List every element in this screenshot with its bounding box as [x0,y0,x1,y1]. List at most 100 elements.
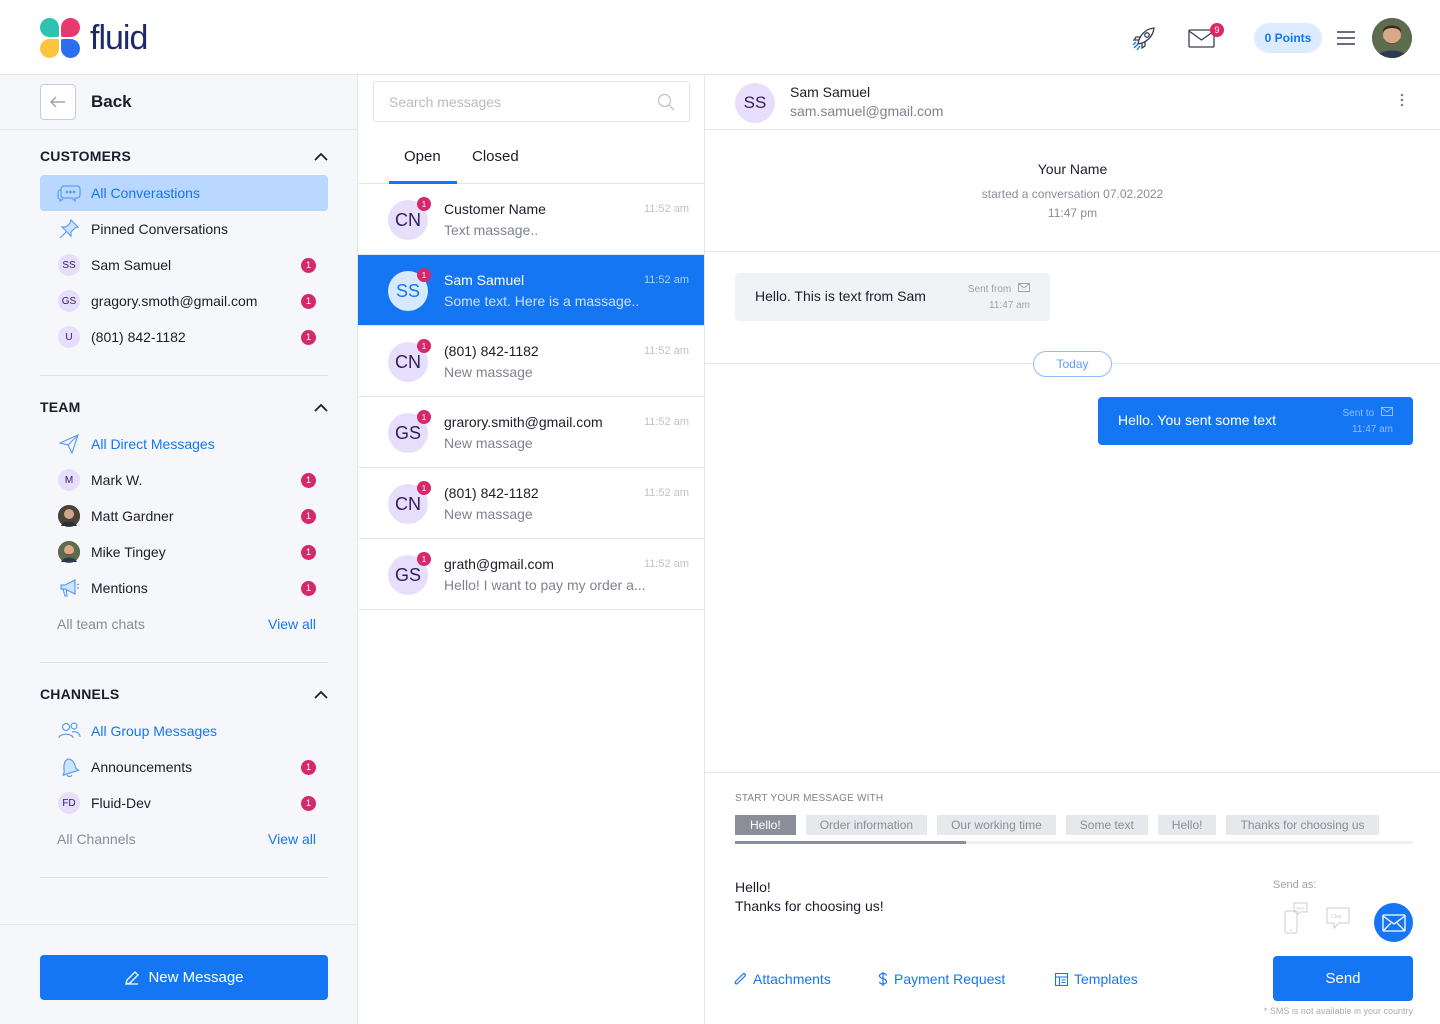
customers-section-header[interactable]: CUSTOMERS [40,148,328,164]
conversation-list-panel: Search messages Open Closed CN 1 Customer… [358,75,705,1024]
attachments-button[interactable]: Attachments [733,971,831,987]
divider [40,877,328,878]
quick-reply-chips: Hello! Order information Our working tim… [735,815,1413,835]
sidebar-item-label: Mike Tingey [91,544,166,560]
quick-reply-chip[interactable]: Thanks for choosing us [1226,815,1379,835]
chips-scrollbar[interactable] [735,841,1413,844]
sidebar-item-fluid-dev[interactable]: FD Fluid-Dev 1 [40,785,328,821]
templates-button[interactable]: Templates [1055,971,1138,987]
sms-channel-icon[interactable]: SMS [1281,898,1311,938]
conversation-item[interactable]: CN 1 (801) 842-1182 11:52 am New massage [358,326,704,397]
date-divider-label: Today [1033,351,1112,377]
sidebar-item-phone-number[interactable]: U (801) 842-1182 1 [40,319,328,355]
conversation-time: 11:52 am [643,487,689,499]
dollar-icon [878,972,888,986]
avatar: U [58,326,80,348]
avatar: GS [58,290,80,312]
sidebar-item-label: All Group Messages [91,723,218,739]
divider [40,375,328,376]
unread-count-badge: 1 [301,472,316,488]
sidebar-item-label: Mentions [91,580,148,596]
tab-open[interactable]: Open [404,148,441,165]
search-icon[interactable] [657,93,675,111]
conversation-item-selected[interactable]: SS 1 Sam Samuel 11:52 am Some text. Here … [358,255,704,326]
sidebar-item-label: Mark W. [91,472,143,488]
avatar: M [58,469,80,491]
conversation-item[interactable]: CN 1 (801) 842-1182 11:52 am New massage [358,468,704,539]
search-input[interactable]: Search messages [373,81,690,122]
sidebar-item-mike-tingey[interactable]: Mike Tingey 1 [40,534,328,570]
avatar: CN 1 [388,197,431,240]
team-section-header[interactable]: TEAM [40,399,328,415]
sidebar-item-mentions[interactable]: Mentions 1 [40,570,328,606]
quick-reply-chip[interactable]: Hello! [735,815,796,835]
team-view-all-link[interactable]: View all [268,616,316,632]
back-button[interactable] [40,84,76,120]
payment-request-button[interactable]: Payment Request [878,971,1005,987]
sidebar-item-mark-w[interactable]: M Mark W. 1 [40,462,328,498]
back-label[interactable]: Back [91,92,132,112]
tab-closed[interactable]: Closed [472,148,519,165]
unread-count-badge: 1 [301,293,316,309]
sidebar-item-all-conversations[interactable]: All Converastions [40,175,328,211]
pencil-icon [125,970,140,985]
sidebar-item-sam-samuel[interactable]: SS Sam Samuel 1 [40,247,328,283]
payment-request-label: Payment Request [894,971,1006,987]
email-channel-button[interactable] [1374,903,1413,942]
sent-from-label: Sent from [967,284,1012,295]
chevron-up-icon[interactable] [314,152,328,161]
unread-count-badge: 1 [417,268,431,282]
channels-view-all-link[interactable]: View all [268,831,316,847]
sidebar-item-pinned-conversations[interactable]: Pinned Conversations [40,211,328,247]
conversation-preview: Hello! I want to pay my order a... [444,577,646,593]
chips-scrollbar-thumb[interactable] [735,841,966,844]
chevron-up-icon[interactable] [314,690,328,699]
conversation-item[interactable]: CN 1 Customer Name 11:52 am Text massage.… [358,184,704,255]
chevron-up-icon[interactable] [314,403,328,412]
conversation-item[interactable]: GS 1 grath@gmail.com 11:52 am Hello! I wa… [358,539,704,610]
points-badge[interactable]: 0 Points [1254,23,1322,53]
unread-count-badge: 1 [301,580,316,596]
team-footer: All team chats View all [57,616,316,632]
message-input-line: Thanks for choosing us! [735,898,884,914]
sidebar-item-all-group-messages[interactable]: All Group Messages [40,713,328,749]
pin-icon [57,217,81,241]
conversation-name: grarory.smith@gmail.com [444,414,603,430]
conversation-preview: New massage [444,364,533,380]
logo[interactable]: fluid [40,18,148,58]
message-time: 11:47 am [989,300,1030,311]
new-message-button[interactable]: New Message [40,955,328,1000]
paper-plane-icon [57,432,81,456]
sidebar-item-matt-gardner[interactable]: Matt Gardner 1 [40,498,328,534]
message-time: 11:47 am [1352,424,1393,435]
templates-icon [1055,972,1068,986]
envelope-icon [1381,913,1406,932]
rocket-icon[interactable] [1128,22,1160,54]
channels-section-header[interactable]: CHANNELS [40,686,328,702]
mail-icon[interactable]: 9 [1186,22,1224,54]
sent-to-label: Sent to [1342,408,1375,419]
hamburger-menu-icon[interactable] [1330,22,1362,54]
search-placeholder: Search messages [389,93,502,110]
avatar: FD [58,792,80,814]
channels-footer: All Channels View all [57,831,316,847]
sidebar: Back CUSTOMERS All Converastions Pinned … [0,75,358,1024]
quick-reply-chip[interactable]: Our working time [937,815,1056,835]
message-meta: Sent from 11:47 am [968,282,1030,314]
quick-reply-chip[interactable]: Order information [805,815,928,835]
message-input[interactable]: Hello! Thanks for choosing us! [735,878,884,916]
sidebar-item-gragory-smoth[interactable]: GS gragory.smoth@gmail.com 1 [40,283,328,319]
chat-channel-icon[interactable]: Chat [1323,898,1353,938]
more-options-icon[interactable] [1400,93,1404,107]
avatar: CN 1 [388,339,431,382]
quick-reply-chip[interactable]: Some text [1065,815,1148,835]
sidebar-item-announcements[interactable]: Announcements 1 [40,749,328,785]
conversation-time: 11:52 am [643,558,689,570]
quick-reply-chip[interactable]: Hello! [1157,815,1217,835]
sidebar-item-all-direct-messages[interactable]: All Direct Messages [40,426,328,462]
conversation-item[interactable]: GS 1 grarory.smith@gmail.com 11:52 am New… [358,397,704,468]
conversation-name: Customer Name [444,201,546,217]
conversation-preview: New massage [444,435,533,451]
user-avatar[interactable] [1372,18,1412,58]
send-button[interactable]: Send [1273,956,1413,1001]
